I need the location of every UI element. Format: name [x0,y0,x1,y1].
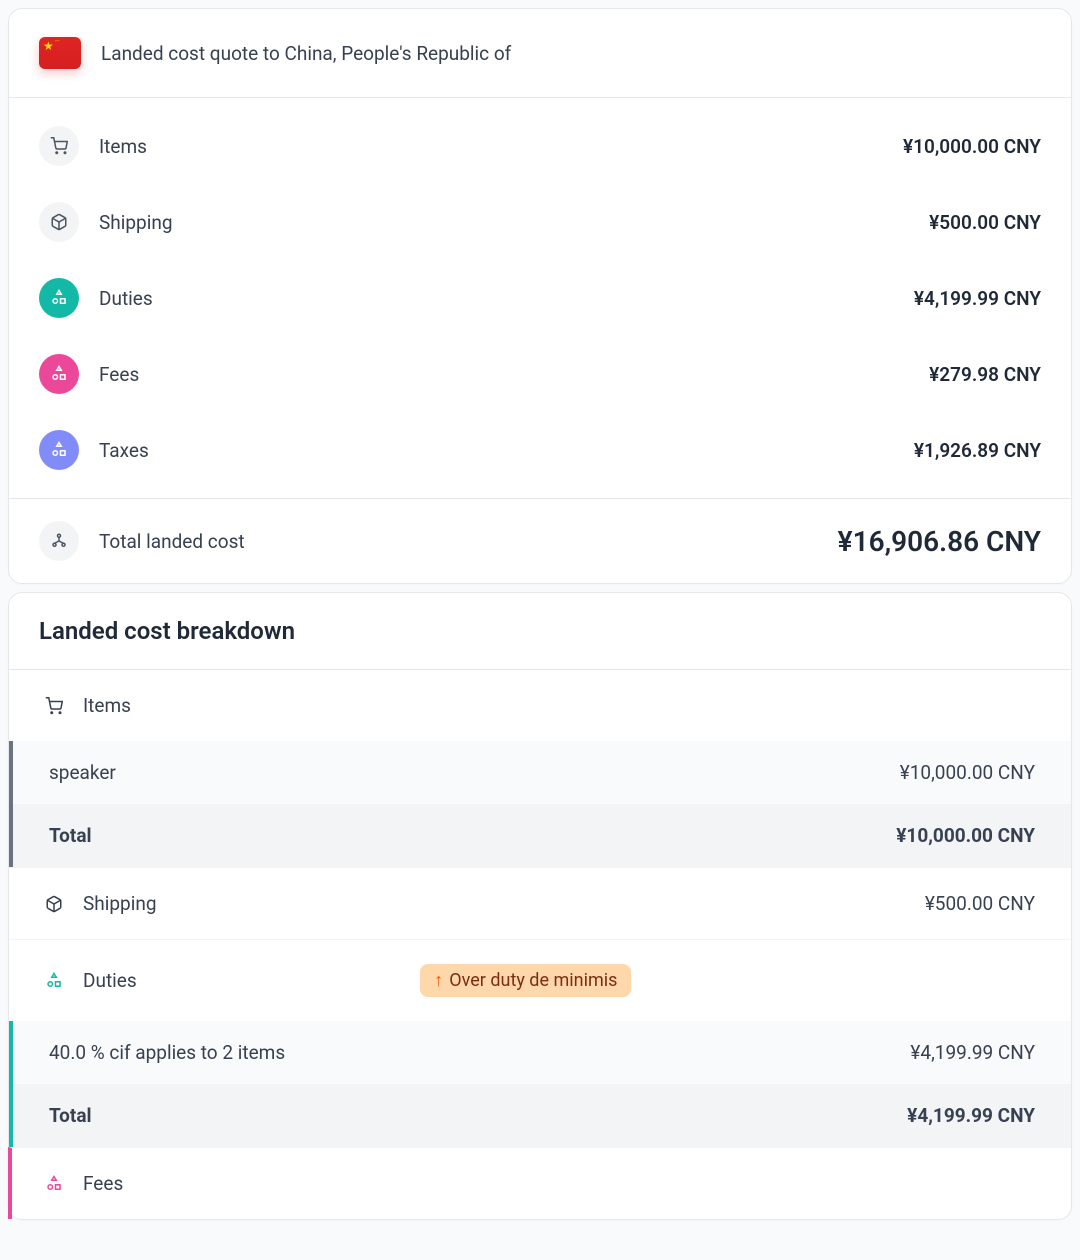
fees-shapes-icon [45,1175,63,1193]
duties-label: Duties [99,287,914,310]
breakdown-title: Landed cost breakdown [9,593,1071,670]
breakdown-duties-header: Duties ↑ Over duty de minimis [9,940,1071,1021]
breakdown-items-header: Items [9,670,1071,741]
duties-value: ¥4,199.99 CNY [914,287,1041,310]
duties-icon [39,278,79,318]
duty-value: ¥4,199.99 CNY [910,1041,1035,1064]
fees-icon [39,354,79,394]
fees-value: ¥279.98 CNY [929,363,1041,386]
package-icon [39,202,79,242]
items-value: ¥10,000.00 CNY [903,135,1041,158]
shipping-bd-value: ¥500.00 CNY [925,892,1035,915]
fees-header-label: Fees [83,1172,123,1195]
breakdown-fees-header: Fees [8,1147,1071,1219]
items-total-label: Total [49,824,896,847]
china-flag-icon [39,37,81,69]
summary-row-fees: Fees ¥279.98 CNY [39,336,1041,412]
badge-text: Over duty de minimis [449,970,617,991]
taxes-value: ¥1,926.89 CNY [914,439,1041,462]
taxes-label: Taxes [99,439,914,462]
item-name: speaker [49,761,900,784]
over-de-minimis-badge: ↑ Over duty de minimis [420,964,631,997]
summary-row-shipping: Shipping ¥500.00 CNY [39,184,1041,260]
breakdown-card: Landed cost breakdown Items speaker ¥10,… [8,592,1072,1220]
duty-desc: 40.0 % cif applies to 2 items [49,1041,910,1064]
summary-row-duties: Duties ¥4,199.99 CNY [39,260,1041,336]
shipping-value: ¥500.00 CNY [929,211,1041,234]
duties-shapes-icon [45,972,63,990]
total-icon [39,521,79,561]
breakdown-duty-row: 40.0 % cif applies to 2 items ¥4,199.99 … [9,1021,1071,1084]
card-header: Landed cost quote to China, People's Rep… [9,9,1071,98]
breakdown-items-total: Total ¥10,000.00 CNY [9,804,1071,867]
summary-list: Items ¥10,000.00 CNY Shipping ¥500.00 CN… [9,98,1071,498]
cart-icon [39,126,79,166]
shipping-label: Shipping [99,211,929,234]
total-value: ¥16,906.86 CNY [838,525,1041,558]
total-label: Total landed cost [99,530,838,553]
cart-icon [45,697,63,715]
duties-total-label: Total [49,1104,907,1127]
header-title: Landed cost quote to China, People's Rep… [101,42,511,65]
shipping-bd-label: Shipping [83,892,905,915]
item-value: ¥10,000.00 CNY [900,761,1035,784]
duties-header-label: Duties [83,969,137,992]
duties-total-value: ¥4,199.99 CNY [907,1104,1035,1127]
items-label: Items [99,135,903,158]
items-total-value: ¥10,000.00 CNY [896,824,1035,847]
breakdown-shipping-row: Shipping ¥500.00 CNY [9,867,1071,939]
arrow-up-icon: ↑ [434,970,443,991]
fees-label: Fees [99,363,929,386]
breakdown-duties-total: Total ¥4,199.99 CNY [9,1084,1071,1147]
total-section: Total landed cost ¥16,906.86 CNY [9,498,1071,583]
items-header-label: Items [83,694,131,717]
package-icon [45,895,63,913]
summary-card: Landed cost quote to China, People's Rep… [8,8,1072,584]
breakdown-item-row: speaker ¥10,000.00 CNY [9,741,1071,804]
summary-row-taxes: Taxes ¥1,926.89 CNY [39,412,1041,488]
summary-row-items: Items ¥10,000.00 CNY [39,108,1041,184]
taxes-icon [39,430,79,470]
